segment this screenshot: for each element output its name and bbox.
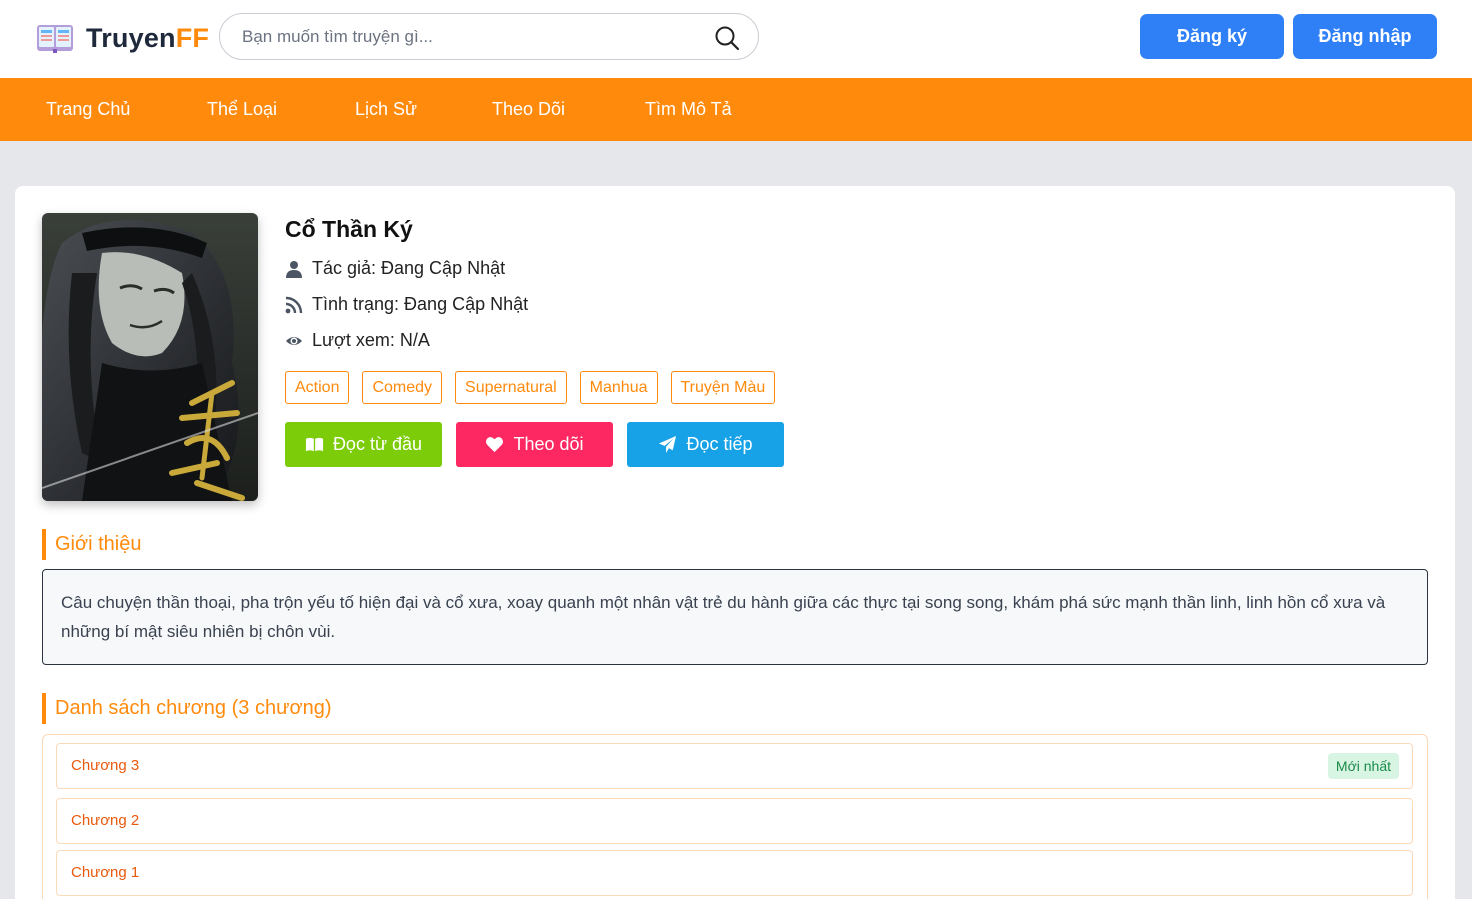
rss-icon (285, 296, 303, 313)
chapter-label: Chương 2 (71, 812, 140, 829)
views-text: Lượt xem: N/A (312, 330, 430, 350)
genre-tags: Action Comedy Supernatural Manhua Truyện… (285, 371, 788, 404)
nav-item-following[interactable]: Theo Dõi (492, 78, 565, 141)
read-from-start-label: Đọc từ đầu (332, 434, 423, 454)
chapter-item-1[interactable]: Chương 1 (56, 850, 1413, 896)
story-title: Cổ Thần Ký (285, 216, 413, 242)
story-author: Tác giả: Đang Cập Nhật (285, 258, 505, 279)
tag-action[interactable]: Action (285, 371, 350, 404)
latest-badge: Mới nhất (1327, 753, 1399, 779)
intro-description: Câu chuyện thần thoại, pha trộn yếu tố h… (42, 569, 1428, 665)
intro-heading: Giới thiệu (42, 529, 141, 560)
tag-comedy[interactable]: Comedy (362, 371, 443, 404)
story-card: Cổ Thần Ký Tác giả: Đang Cập Nhật Tình t… (15, 186, 1455, 899)
login-button[interactable]: Đăng nhập (1293, 14, 1437, 59)
search-icon[interactable] (714, 25, 740, 51)
logo-text-accent: FF (175, 22, 210, 53)
chapter-label: Chương 1 (71, 864, 140, 881)
chapter-label: Chương 3 (71, 757, 140, 774)
book-logo-icon (37, 25, 73, 53)
tag-supernatural[interactable]: Supernatural (455, 371, 567, 404)
tag-manhua[interactable]: Manhua (579, 371, 658, 404)
search-input[interactable] (242, 24, 702, 50)
follow-button[interactable]: Theo dõi (456, 422, 613, 467)
nav-item-search-description[interactable]: Tìm Mô Tả (645, 78, 732, 141)
main-nav: Trang Chủ Thể Loại Lịch Sử Theo Dõi Tìm … (0, 78, 1472, 141)
read-from-start-button[interactable]: Đọc từ đầu (285, 422, 442, 467)
story-status: Tình trạng: Đang Cập Nhật (285, 294, 528, 315)
search-bar (219, 13, 759, 60)
nav-item-home[interactable]: Trang Chủ (46, 78, 130, 141)
chapter-list: Chương 3 Mới nhất Chương 2 Chương 1 (42, 734, 1428, 899)
logo-text: TruyenFF (86, 22, 210, 53)
site-header: TruyenFF Đăng ký Đăng nhập (0, 0, 1472, 78)
tag-color-comic[interactable]: Truyện Màu (670, 371, 776, 404)
continue-reading-label: Đọc tiếp (686, 434, 753, 454)
story-cover-image (42, 213, 258, 501)
book-open-icon (305, 437, 323, 452)
nav-item-genres[interactable]: Thể Loại (207, 78, 277, 141)
eye-icon (286, 336, 302, 345)
heart-icon (486, 437, 504, 453)
nav-item-history[interactable]: Lịch Sử (355, 78, 417, 141)
site-logo[interactable]: TruyenFF (36, 22, 209, 54)
chapter-list-heading: Danh sách chương (3 chương) (42, 693, 331, 724)
author-text: Tác giả: Đang Cập Nhật (312, 258, 506, 278)
cover-illustration (42, 213, 258, 501)
story-views: Lượt xem: N/A (285, 330, 430, 351)
chapter-item-2[interactable]: Chương 2 (56, 798, 1413, 844)
chapter-item-3[interactable]: Chương 3 Mới nhất (56, 743, 1413, 789)
continue-reading-button[interactable]: Đọc tiếp (627, 422, 784, 467)
status-text: Tình trạng: Đang Cập Nhật (312, 294, 529, 314)
paper-plane-icon (659, 435, 677, 454)
follow-label: Theo dõi (513, 434, 584, 454)
user-icon (286, 260, 302, 278)
signup-button[interactable]: Đăng ký (1140, 14, 1284, 59)
